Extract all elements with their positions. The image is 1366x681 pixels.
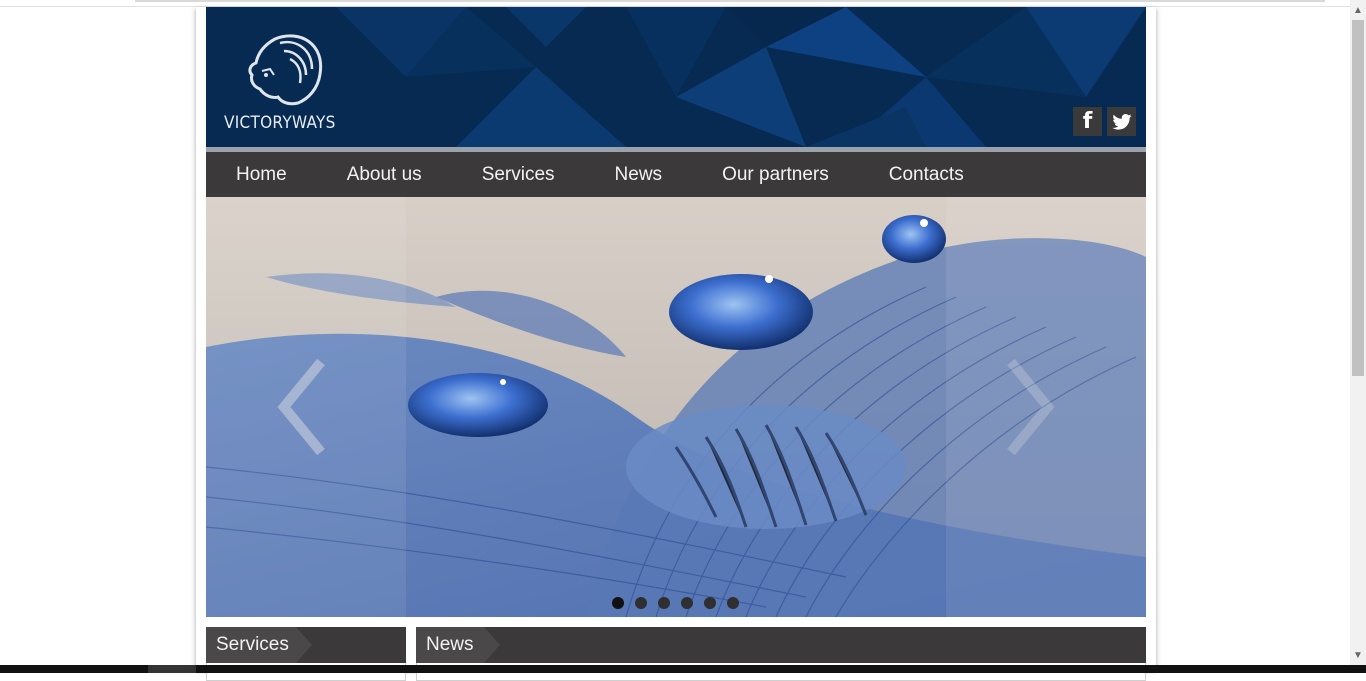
vertical-scrollbar[interactable]: ▲ ▼: [1350, 0, 1366, 665]
slider-next-button[interactable]: [1006, 357, 1056, 457]
browser-top-strip: [0, 0, 1350, 7]
facebook-button[interactable]: f: [1073, 107, 1102, 136]
slider-dot-2[interactable]: [635, 597, 647, 609]
nav-item-about-us[interactable]: About us: [317, 152, 452, 197]
services-tab-chevron: [296, 627, 312, 663]
slider-dot-1[interactable]: [612, 597, 624, 609]
nav-item-home[interactable]: Home: [206, 152, 317, 197]
twitter-button[interactable]: [1107, 107, 1136, 136]
news-section-header: News: [416, 627, 1146, 663]
slider-dot-6[interactable]: [727, 597, 739, 609]
nav-item-contacts[interactable]: Contacts: [859, 152, 994, 197]
chevron-left-icon: [277, 358, 325, 456]
image-slider: [206, 197, 1146, 617]
services-section-title: Services: [216, 634, 289, 655]
header-polygon-background: [206, 7, 1146, 147]
slider-prev-button[interactable]: [276, 357, 326, 457]
slider-dot-3[interactable]: [658, 597, 670, 609]
news-tab-chevron: [484, 627, 500, 663]
taskbar-segment: [148, 665, 196, 673]
scroll-down-icon[interactable]: ▼: [1353, 650, 1363, 661]
scroll-up-icon[interactable]: ▲: [1353, 5, 1363, 16]
main-navigation: Home About us Services News Our partners…: [206, 152, 1146, 197]
taskbar: [0, 665, 1366, 673]
page-container: VICTORYWAYS f Home About us Services New…: [196, 7, 1156, 681]
services-tab: Services: [206, 627, 296, 663]
scrollbar-thumb[interactable]: [1352, 20, 1364, 376]
nav-item-services[interactable]: Services: [452, 152, 585, 197]
slide-image: [206, 197, 1146, 617]
facebook-icon: f: [1082, 109, 1093, 134]
chevron-right-icon: [1007, 358, 1055, 456]
twitter-icon: [1111, 113, 1132, 130]
slider-dot-4[interactable]: [681, 597, 693, 609]
slider-pagination: [612, 597, 739, 609]
services-section-header: Services: [206, 627, 406, 663]
brand-name: VICTORYWAYS: [224, 113, 336, 133]
browser-tab-line: [135, 0, 1325, 2]
news-tab: News: [416, 627, 484, 663]
nav-item-our-partners[interactable]: Our partners: [692, 152, 859, 197]
news-section-title: News: [426, 634, 474, 655]
nav-item-news[interactable]: News: [585, 152, 693, 197]
slider-dot-5[interactable]: [704, 597, 716, 609]
site-header: VICTORYWAYS f: [206, 7, 1146, 152]
